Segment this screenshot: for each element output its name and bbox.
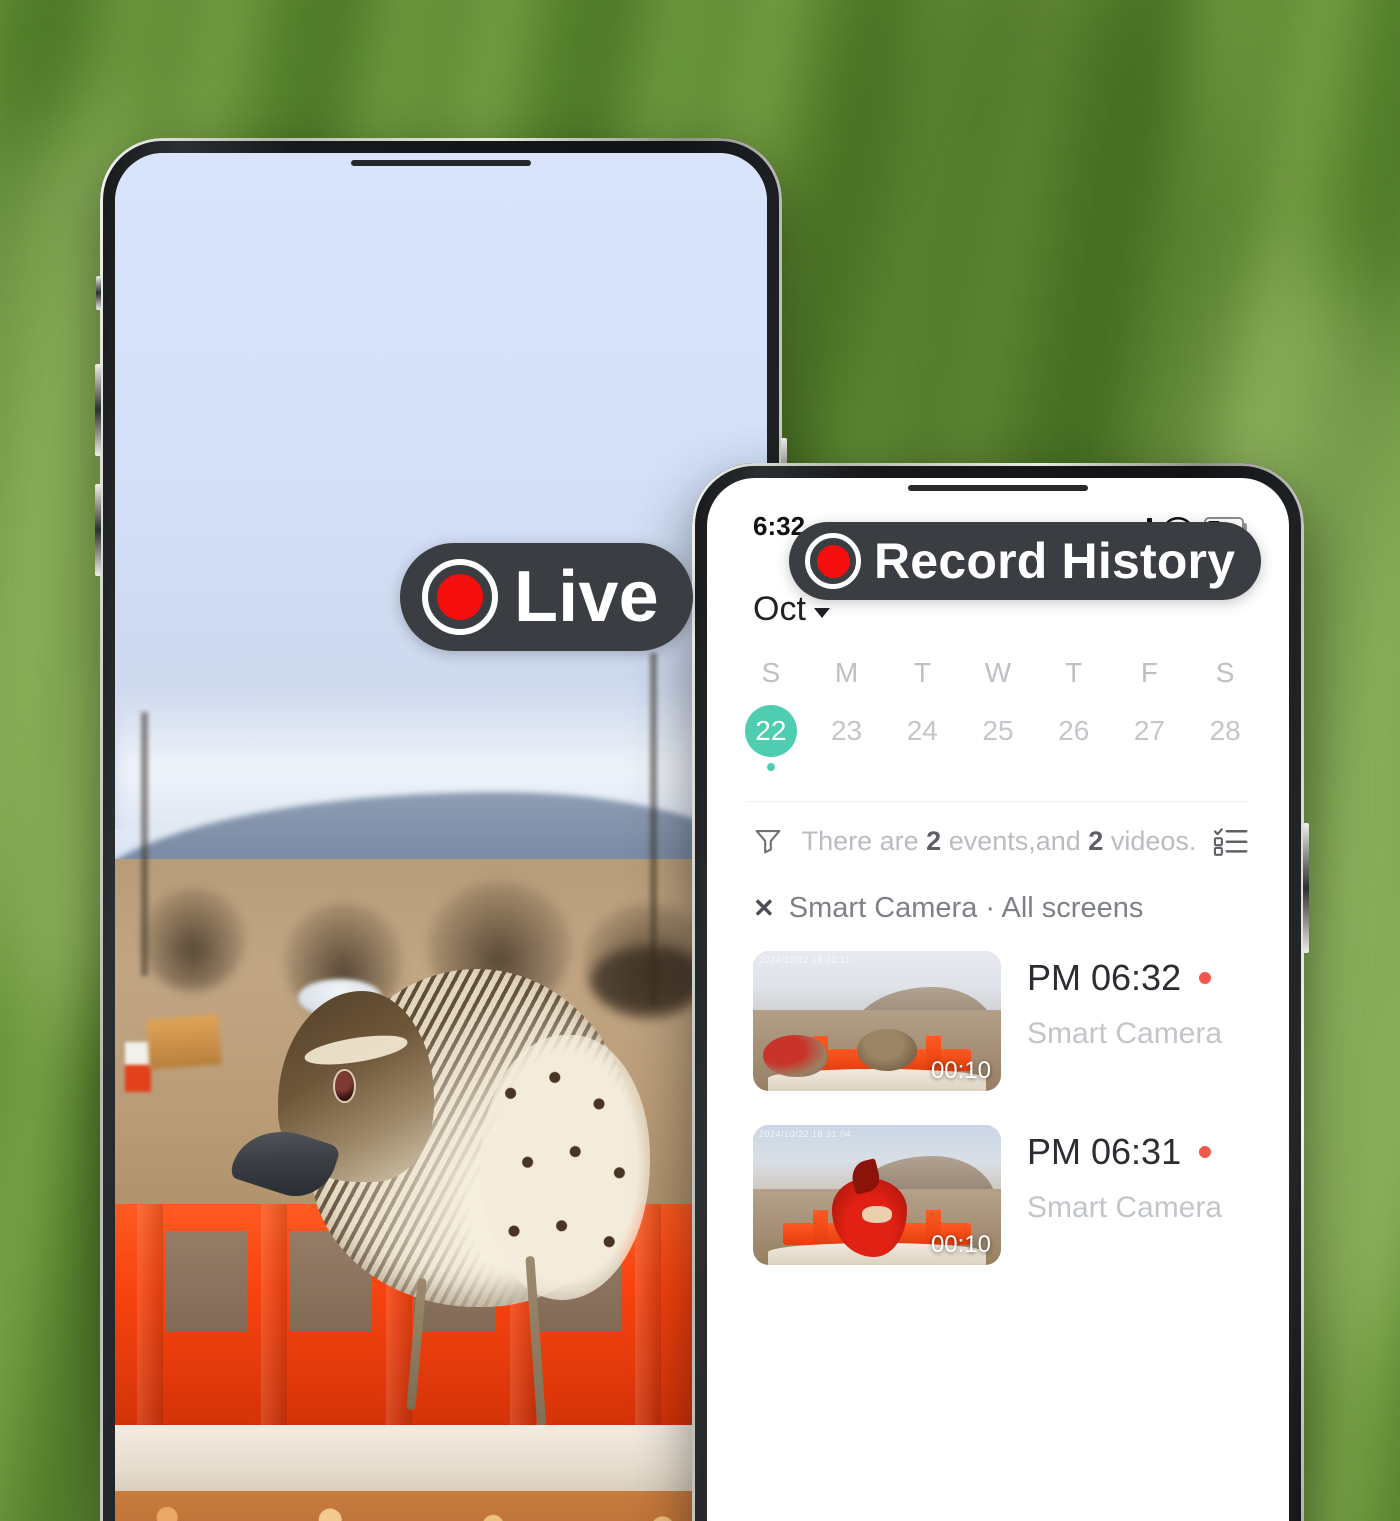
earpiece-speaker: [351, 160, 531, 166]
day-of-week-label: M: [834, 657, 859, 688]
volume-up-button[interactable]: [95, 364, 101, 456]
thumb-duration-label: 00:10: [930, 1057, 991, 1084]
checklist-icon[interactable]: [1213, 825, 1249, 857]
calendar-day-event-dot: [994, 763, 1002, 771]
thumb-bird-finch-right: [857, 1029, 917, 1072]
calendar-day-25[interactable]: 25: [960, 695, 1036, 771]
unread-status-dot: [1199, 1146, 1212, 1158]
live-screen: Live: [115, 153, 767, 1521]
active-filter-chip[interactable]: ✕ Smart Camera · All screens: [707, 858, 1289, 925]
calendar-day-event-dot: [1070, 763, 1078, 771]
phone-live-view: Live: [95, 138, 787, 1521]
record-device-name: Smart Camera: [1027, 1017, 1223, 1050]
feeder-box-prop: [145, 1014, 221, 1070]
thumb-bird-finch-left: [762, 1035, 828, 1077]
calendar-day-number: 22: [744, 705, 797, 757]
record-time-row: PM 06:31: [1027, 1131, 1222, 1173]
record-history-badge[interactable]: Record History: [789, 522, 1262, 600]
record-thumbnail[interactable]: 2024/10/22 18:31:04 00:10: [753, 1125, 1001, 1265]
calendar-day-number: 27: [1133, 715, 1165, 746]
events-count: 2: [926, 825, 942, 856]
calendar-day-number: 25: [982, 715, 1014, 746]
screenshot-root: Live 6:32 Record History Oct S M T W T F…: [0, 0, 1400, 1521]
calendar-day-event-dot: [918, 763, 926, 771]
record-dot-icon: [805, 533, 861, 589]
chevron-down-icon: [813, 607, 830, 618]
phone-record-history: 6:32 Record History Oct S M T W T F S 22…: [692, 463, 1309, 1521]
day-of-week-label: T: [913, 657, 931, 688]
desert-brush-1: [141, 888, 246, 991]
calendar-day-number: 26: [1058, 715, 1090, 746]
filter-chip-label: Smart Camera · All screens: [788, 892, 1144, 924]
rail-gap: [164, 1231, 248, 1332]
rail-bar: [136, 1204, 163, 1432]
day-of-week-label: T: [1065, 657, 1083, 688]
thumb-cardinal-beak: [862, 1206, 892, 1223]
record-dot-icon: [422, 559, 498, 635]
live-camera-feed[interactable]: [115, 153, 767, 1521]
day-of-week-label: F: [1140, 657, 1158, 688]
month-label: Oct: [753, 590, 806, 628]
rail-bar: [261, 1204, 288, 1432]
calendar-day-number: 23: [830, 715, 863, 746]
background-bird: [590, 946, 702, 1013]
power-button[interactable]: [1303, 823, 1309, 953]
calendar-day-number: 28: [1209, 715, 1241, 746]
record-history-badge-label: Record History: [874, 533, 1236, 589]
calendar-day-event-dot: [1145, 763, 1153, 771]
history-content: Oct S M T W T F S 22 23 24 25 26 27 28 T…: [707, 552, 1289, 1521]
day-of-week-label: S: [1215, 657, 1235, 688]
day-of-week-label: W: [984, 657, 1012, 688]
thumb-timestamp-overlay: 2024/10/22 18:32:11: [759, 955, 851, 965]
record-list-item[interactable]: 2024/10/22 18:31:04 00:10 PM 06:31 Smart…: [707, 1125, 1289, 1299]
thumb-timestamp-overlay: 2024/10/22 18:31:04: [759, 1129, 852, 1139]
record-list-item[interactable]: 2024/10/22 18:32:11 00:10 PM 06:32 Smart…: [707, 951, 1289, 1125]
events-summary-text: There are 2 events,and 2 videos.: [795, 826, 1203, 857]
record-meta: PM 06:32 Smart Camera: [1027, 951, 1222, 1051]
history-screen: 6:32 Record History Oct S M T W T F S 22…: [707, 478, 1289, 1521]
record-device-name: Smart Camera: [1027, 1191, 1223, 1224]
events-summary-row: There are 2 events,and 2 videos.: [707, 802, 1289, 858]
volume-down-button[interactable]: [95, 484, 101, 576]
seed-bed: [115, 1490, 767, 1521]
calendar-week-strip: S M T W T F S 22 23 24 25 26 27 28: [707, 629, 1289, 771]
close-x-icon[interactable]: ✕: [753, 893, 775, 924]
background-marker: [124, 1042, 151, 1093]
calendar-day-23[interactable]: 23: [809, 695, 885, 771]
videos-count: 2: [1088, 825, 1104, 856]
thumb-duration-label: 00:10: [930, 1231, 991, 1258]
record-time: PM 06:32: [1027, 957, 1182, 998]
record-meta: PM 06:31 Smart Camera: [1027, 1125, 1222, 1225]
live-badge[interactable]: Live: [400, 543, 693, 651]
unread-status-dot: [1199, 972, 1212, 984]
events-middle: events,and: [941, 825, 1089, 856]
calendar-day-24[interactable]: 24: [884, 695, 960, 771]
record-thumbnail[interactable]: 2024/10/22 18:32:11 00:10: [753, 951, 1001, 1091]
calendar-day-26[interactable]: 26: [1036, 695, 1112, 771]
events-prefix: There are: [801, 825, 927, 856]
bird-eye: [333, 1068, 356, 1103]
calendar-day-event-dot: [766, 763, 775, 771]
earpiece-speaker: [908, 485, 1088, 491]
calendar-day-28[interactable]: 28: [1187, 695, 1263, 771]
rail-bar: [634, 1204, 661, 1432]
record-time-row: PM 06:32: [1027, 957, 1222, 999]
calendar-day-27[interactable]: 27: [1112, 695, 1188, 771]
record-time: PM 06:31: [1027, 1131, 1182, 1172]
filter-funnel-icon[interactable]: [751, 824, 785, 858]
silent-switch[interactable]: [96, 276, 101, 310]
calendar-day-number: 24: [906, 715, 938, 746]
day-of-week-label: S: [761, 657, 781, 688]
calendar-day-22[interactable]: 22: [733, 695, 809, 771]
calendar-day-event-dot: [1221, 763, 1229, 771]
record-list: 2024/10/22 18:32:11 00:10 PM 06:32 Smart…: [707, 925, 1289, 1299]
live-badge-label: Live: [514, 557, 659, 637]
events-suffix: videos.: [1103, 825, 1197, 856]
calendar-day-event-dot: [843, 763, 851, 771]
